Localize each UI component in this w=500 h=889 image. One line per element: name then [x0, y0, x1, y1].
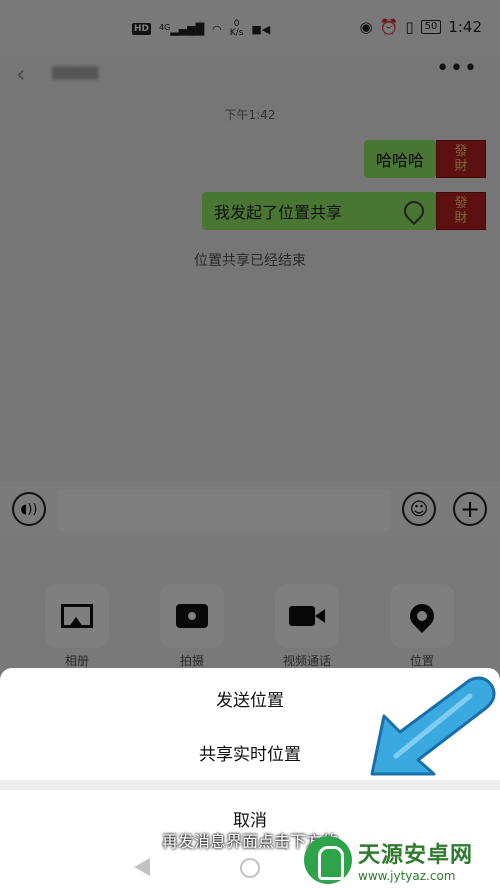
nav-home-icon[interactable]: [240, 858, 260, 878]
tutorial-arrow-icon: [370, 676, 496, 776]
watermark-logo-icon: [304, 835, 352, 884]
watermark-text: 天源安卓网 www.jytyaz.com: [358, 837, 473, 883]
site-watermark: 天源安卓网 www.jytyaz.com: [304, 830, 500, 889]
nav-back-icon[interactable]: [134, 858, 150, 876]
watermark-url: www.jytyaz.com: [358, 868, 456, 883]
watermark-title: 天源安卓网: [358, 842, 474, 868]
